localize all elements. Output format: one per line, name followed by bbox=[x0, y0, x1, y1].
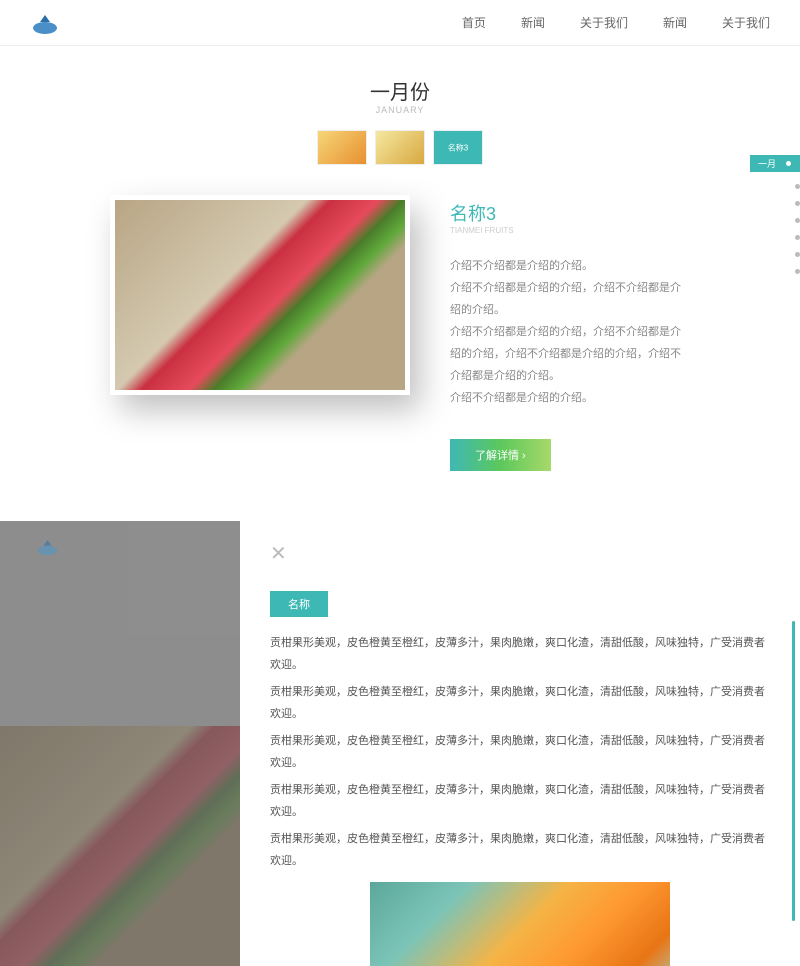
thumb-1[interactable] bbox=[317, 130, 367, 165]
product-subtitle: TIANMEI FRUITS bbox=[450, 226, 690, 235]
desc-line-2: 介绍不介绍都是介绍的介绍，介绍不介绍都是介绍的介绍。 bbox=[450, 277, 690, 321]
nav-about-2[interactable]: 关于我们 bbox=[722, 14, 770, 31]
modal-text-3: 贡柑果形美观，皮色橙黄至橙红，皮薄多汁，果肉脆嫩，爽口化渣，清甜低酸，风味独特，… bbox=[270, 730, 770, 774]
nav-about-1[interactable]: 关于我们 bbox=[580, 14, 628, 31]
modal-backdrop bbox=[0, 521, 240, 966]
section-subtitle: JANUARY bbox=[0, 105, 800, 115]
side-nav-january[interactable]: 一月 bbox=[750, 155, 800, 172]
product-showcase: 名称3 TIANMEI FRUITS 介绍不介绍都是介绍的介绍。 介绍不介绍都是… bbox=[0, 195, 800, 521]
thumbnail-row: 名称3 bbox=[0, 130, 800, 165]
product-image bbox=[110, 195, 410, 395]
modal-panel: ✕ 名称 贡柑果形美观，皮色橙黄至橙红，皮薄多汁，果肉脆嫩，爽口化渣，清甜低酸，… bbox=[240, 521, 800, 966]
header: 首页 新闻 关于我们 新闻 关于我们 bbox=[0, 0, 800, 46]
modal-image bbox=[370, 882, 670, 966]
detail-button[interactable]: 了解详情 bbox=[450, 439, 551, 471]
thumb-3[interactable]: 名称3 bbox=[433, 130, 483, 165]
product-info: 名称3 TIANMEI FRUITS 介绍不介绍都是介绍的介绍。 介绍不介绍都是… bbox=[450, 195, 690, 471]
nav-home[interactable]: 首页 bbox=[462, 14, 486, 31]
side-nav-active-label: 一月 bbox=[758, 157, 776, 170]
side-nav-dot-2[interactable] bbox=[795, 184, 800, 189]
nav-news-1[interactable]: 新闻 bbox=[521, 14, 545, 31]
modal-text-1: 贡柑果形美观，皮色橙黄至橙红，皮薄多汁，果肉脆嫩，爽口化渣，清甜低酸，风味独特，… bbox=[270, 632, 770, 676]
modal-text-4: 贡柑果形美观，皮色橙黄至橙红，皮薄多汁，果肉脆嫩，爽口化渣，清甜低酸，风味独特，… bbox=[270, 779, 770, 823]
nav-news-2[interactable]: 新闻 bbox=[663, 14, 687, 31]
section-title: 一月份 JANUARY bbox=[0, 76, 800, 115]
modal-text-2: 贡柑果形美观，皮色橙黄至橙红，皮薄多汁，果肉脆嫩，爽口化渣，清甜低酸，风味独特，… bbox=[270, 681, 770, 725]
modal-text-5: 贡柑果形美观，皮色橙黄至橙红，皮薄多汁，果肉脆嫩，爽口化渣，清甜低酸，风味独特，… bbox=[270, 828, 770, 872]
main-nav: 首页 新闻 关于我们 新闻 关于我们 bbox=[462, 14, 770, 31]
modal-title-label: 名称 bbox=[270, 591, 328, 617]
close-icon[interactable]: ✕ bbox=[270, 541, 770, 566]
backdrop-image bbox=[0, 726, 240, 966]
product-image-wrap bbox=[110, 195, 410, 395]
thumb-3-label: 名称3 bbox=[448, 142, 468, 153]
product-description: 介绍不介绍都是介绍的介绍。 介绍不介绍都是介绍的介绍，介绍不介绍都是介绍的介绍。… bbox=[450, 255, 690, 409]
desc-line-3: 介绍不介绍都是介绍的介绍，介绍不介绍都是介绍的介绍，介绍不介绍都是介绍的介绍，介… bbox=[450, 321, 690, 387]
logo bbox=[30, 10, 60, 35]
section-heading: 一月份 bbox=[0, 76, 800, 105]
backdrop-logo bbox=[35, 536, 60, 559]
desc-line-1: 介绍不介绍都是介绍的介绍。 bbox=[450, 255, 690, 277]
modal-body: 贡柑果形美观，皮色橙黄至橙红，皮薄多汁，果肉脆嫩，爽口化渣，清甜低酸，风味独特，… bbox=[270, 632, 770, 966]
modal-overlay: ✕ 名称 贡柑果形美观，皮色橙黄至橙红，皮薄多汁，果肉脆嫩，爽口化渣，清甜低酸，… bbox=[0, 521, 800, 966]
scrollbar[interactable] bbox=[792, 621, 795, 921]
thumb-2[interactable] bbox=[375, 130, 425, 165]
desc-line-4: 介绍不介绍都是介绍的介绍。 bbox=[450, 387, 690, 409]
product-name: 名称3 bbox=[450, 200, 690, 226]
